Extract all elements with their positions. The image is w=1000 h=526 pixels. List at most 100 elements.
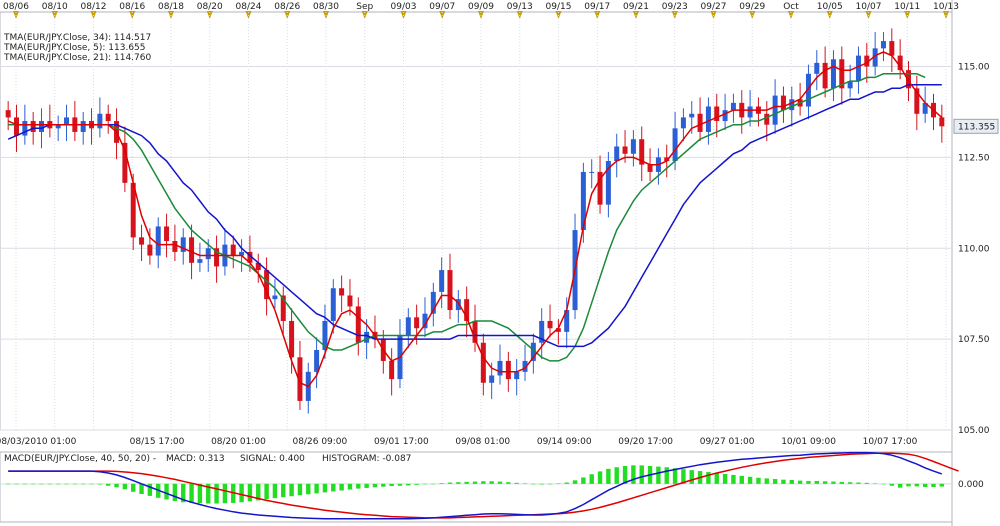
candle-body [680,117,686,129]
histogram-bar [322,483,328,493]
histogram-bar [472,481,478,484]
bottom-date-label: 09/14 09:00 [537,437,592,447]
candle-body [14,117,20,136]
histogram-bar [464,481,469,484]
candle-body [689,113,695,118]
top-date-label: 08/16 [119,2,145,12]
histogram-bar [514,482,519,484]
candle-body [814,62,820,74]
candle-body [447,270,453,311]
histogram-bar [172,483,178,501]
candle-body [722,110,728,122]
histogram-bar [839,481,844,484]
histogram-bar [656,466,661,484]
top-date-label: 08/12 [81,2,107,12]
candle-body [480,342,486,383]
top-date-label: 10/07 [856,2,882,12]
histogram-bar [664,467,669,484]
histogram-bar [739,475,744,484]
candle-body [339,288,345,296]
candle-body [197,259,203,263]
histogram-bar [706,472,711,484]
histogram-bar [264,483,269,500]
histogram-bar [539,483,544,485]
top-date-label: 08/06 [3,2,29,12]
histogram-bar [906,483,911,487]
histogram-bar [422,483,428,485]
histogram-bar [747,476,753,484]
histogram-bar [414,483,419,485]
candle-body [830,59,836,89]
histogram-bar [639,465,644,484]
top-date-label: Sep [356,2,373,12]
histogram-bar [756,477,761,484]
candle-body [330,288,336,321]
candle-body [697,113,703,132]
histogram-bar [197,483,203,504]
candle-body [355,306,361,343]
price-tick-label: 115.00 [958,63,990,73]
histogram-bar [631,465,636,484]
candle-body [630,139,636,154]
candle-body [272,295,278,300]
candle-body [347,295,353,307]
histogram-bar [272,483,278,499]
candle-body [105,113,111,122]
last-price-label: 113.355 [958,122,995,132]
histogram-bar [531,483,536,485]
histogram-bar [281,483,286,498]
histogram-bar [122,483,128,490]
histogram-bar [831,481,836,484]
histogram-bar [806,480,811,484]
histogram-bar [14,483,19,485]
top-date-label: 09/15 [546,2,572,12]
histogram-bar [606,468,611,484]
top-date-label: 09/27 [701,2,727,12]
macd-legend-entry: HISTOGRAM: -0.087 [322,454,411,464]
candle-body [230,244,236,256]
candle-body [139,237,145,245]
histogram-bar [614,467,619,484]
candle-body [772,95,778,125]
histogram-bar [931,483,936,487]
histogram-bar [289,483,294,497]
candle-body [155,226,161,256]
candle-body [589,171,595,173]
histogram-bar [864,482,870,484]
candle-body [364,331,370,343]
candle-body [622,146,628,154]
histogram-bar [731,474,736,484]
bottom-date-label: 08/20 01:00 [211,437,266,447]
candle-body [289,320,295,358]
histogram-bar [506,482,511,484]
histogram-bar [922,483,928,487]
top-date-label: 09/17 [584,2,610,12]
candle-body [439,270,445,292]
histogram-bar [672,468,678,484]
histogram-bar [556,483,561,484]
histogram-bar [247,483,253,502]
histogram-bar [581,477,586,484]
histogram-bar [814,480,819,484]
price-chart[interactable]: 08/06 08/10 08/12 08/16 08/18 08/20 08/24 08/26… [0,0,1000,526]
top-date-label: 09/29 [739,2,765,12]
histogram-bar [89,483,94,485]
candle-body [405,317,411,336]
price-tick-label: 110.00 [958,244,990,254]
candle-body [97,113,103,129]
top-date-label: 10/05 [817,2,843,12]
candle-body [747,106,753,118]
histogram-bar [39,483,44,485]
candle-body [205,248,211,260]
candle-body [789,99,795,111]
histogram-bar [331,483,336,492]
candle-body [780,95,786,111]
top-date-label: 10/13 [933,2,959,12]
histogram-bar [397,483,403,486]
histogram-bar [889,483,895,486]
histogram-bar [772,479,778,484]
histogram-bar [189,483,194,503]
histogram-bar [764,478,769,484]
top-date-label: 09/09 [468,2,494,12]
histogram-bar [222,483,228,504]
